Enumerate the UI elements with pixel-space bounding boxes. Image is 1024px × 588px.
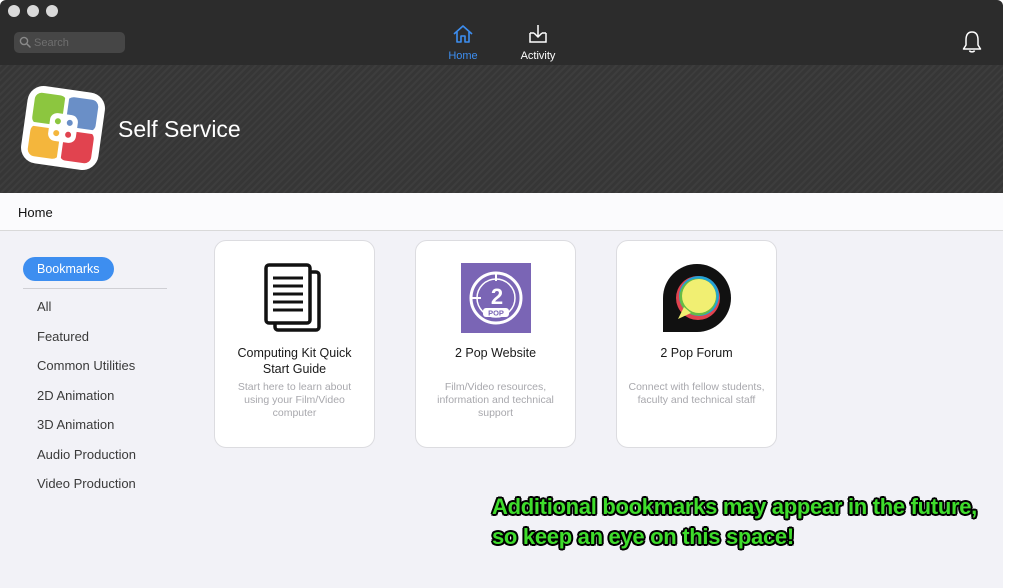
minimize-window-button[interactable] xyxy=(27,5,39,17)
card-description: Start here to learn about using your Fil… xyxy=(237,381,352,419)
zoom-window-button[interactable] xyxy=(46,5,58,17)
close-window-button[interactable] xyxy=(8,5,20,17)
sidebar-item-all[interactable]: All xyxy=(37,299,51,314)
2pop-logo-subtext: POP xyxy=(488,309,504,318)
sidebar-item-common-utilities[interactable]: Common Utilities xyxy=(37,358,135,373)
bookmark-card[interactable]: 2 POP 2 Pop Website Film/Video resources… xyxy=(415,240,576,448)
download-tray-icon xyxy=(529,25,547,43)
sidebar: Bookmarks All Featured Common Utilities … xyxy=(0,231,190,588)
brand-banner: Self Service xyxy=(0,65,1003,193)
home-icon xyxy=(453,25,473,43)
card-title: 2 Pop Website xyxy=(454,346,537,360)
bookmark-card[interactable]: Computing Kit Quick Start Guide Start he… xyxy=(214,240,375,448)
sidebar-item-2d-animation[interactable]: 2D Animation xyxy=(37,388,114,403)
toolbar: Home Activity xyxy=(0,0,1003,65)
search-field[interactable] xyxy=(14,32,125,53)
annotation-callout: Additional bookmarks may appear in the f… xyxy=(492,492,1012,552)
discourse-chat-bubble-icon xyxy=(663,264,731,332)
app-title: Self Service xyxy=(118,116,241,142)
tab-home-label: Home xyxy=(448,50,478,62)
sidebar-divider xyxy=(23,288,167,289)
tab-activity-label: Activity xyxy=(520,50,556,62)
sidebar-item-3d-animation[interactable]: 3D Animation xyxy=(37,417,114,432)
2pop-logo-number: 2 xyxy=(491,284,503,309)
card-title: 2 Pop Forum xyxy=(660,346,733,360)
sidebar-item-featured[interactable]: Featured xyxy=(37,329,89,344)
sidebar-item-audio-production[interactable]: Audio Production xyxy=(37,447,136,462)
card-description: Connect with fellow students, faculty an… xyxy=(628,381,765,406)
breadcrumb-bar: Home xyxy=(0,193,1003,231)
annotation-line-2: so keep an eye on this space! xyxy=(492,524,794,549)
annotation-line-1: Additional bookmarks may appear in the f… xyxy=(492,494,977,519)
self-service-logo xyxy=(21,86,105,170)
bookmark-card[interactable]: 2 Pop Forum Connect with fellow students… xyxy=(616,240,777,448)
search-icon xyxy=(19,36,31,48)
search-input[interactable] xyxy=(34,33,120,52)
sidebar-item-video-production[interactable]: Video Production xyxy=(37,476,136,491)
tab-activity[interactable]: Activity xyxy=(508,24,568,62)
document-stack-icon xyxy=(264,263,321,332)
breadcrumb: Home xyxy=(18,205,53,220)
bell-icon xyxy=(962,31,982,53)
tab-home[interactable]: Home xyxy=(433,24,493,62)
sidebar-item-bookmarks[interactable]: Bookmarks xyxy=(23,257,114,281)
2pop-logo-icon: 2 POP xyxy=(461,263,531,333)
card-title: Computing Kit Quick Start Guide xyxy=(237,346,352,376)
card-description: Film/Video resources, information and te… xyxy=(437,381,554,419)
notifications-button[interactable] xyxy=(961,30,983,59)
